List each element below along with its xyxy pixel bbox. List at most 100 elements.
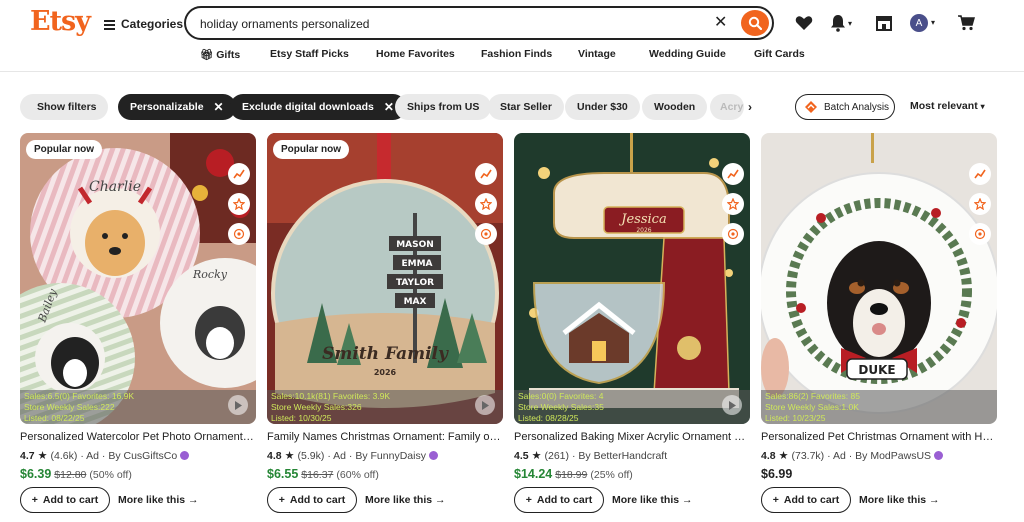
batch-analysis-button[interactable]: Batch Analysis [795,94,895,120]
product-rating: 4.7 ★ (4.6k) · Ad · By CusGiftsCo [20,449,190,462]
chip-personalizable[interactable]: Personalizable ✕ [118,94,236,120]
sort-dropdown[interactable]: Most relevant ▾ [910,100,985,112]
play-video-icon[interactable] [475,395,495,415]
notifications-caret-icon[interactable]: ▾ [848,19,852,28]
product-card[interactable]: Jessica 2026 Sales:0(0) Favorites: 4 Sto… [514,133,750,522]
cart-icon[interactable] [956,13,976,33]
etsy-logo[interactable]: Etsy [30,6,91,37]
rating-value: 4.7 [20,449,35,462]
favorite-star-icon[interactable] [722,193,744,215]
product-title[interactable]: Personalized Watercolor Pet Photo Orname… [20,431,256,443]
image-sign-text: MASON [396,240,434,250]
chip-star-seller[interactable]: Star Seller [488,94,564,120]
search-button[interactable] [741,10,769,36]
add-to-cart-button[interactable]: + Add to cart [267,487,357,513]
target-icon[interactable] [969,223,991,245]
popular-now-badge: Popular now [273,140,349,159]
stats-weekly: Store Weekly Sales:222 [24,402,115,412]
clear-search-icon[interactable]: ✕ [714,13,727,33]
image-name-text: Jessica [618,212,666,227]
more-like-this-link[interactable]: More like this → [118,494,199,506]
analytics-chart-icon[interactable] [969,163,991,185]
product-title[interactable]: Family Names Christmas Ornament: Family … [267,431,503,443]
chip-wooden[interactable]: Wooden [642,94,708,120]
add-to-cart-button[interactable]: + Add to cart [761,487,851,513]
search-input[interactable] [200,14,700,34]
sales-stats-overlay: Sales:6.5(0) Favorites: 16.9K Store Week… [20,390,256,424]
add-to-cart-label: Add to cart [289,494,346,506]
ad-seller[interactable]: · By BetterHandcraft [572,450,667,462]
nav-vintage[interactable]: Vintage [578,48,616,60]
analytics-chart-icon[interactable] [475,163,497,185]
add-to-cart-button[interactable]: + Add to cart [20,487,110,513]
plus-icon: + [525,494,532,506]
remove-filter-icon[interactable]: ✕ [384,100,394,114]
ad-seller[interactable]: · Ad · By ModPawsUS [827,450,931,462]
product-price: $14.24 $18.99 (25% off) [514,467,633,481]
chip-exclude-digital[interactable]: Exclude digital downloads ✕ [230,94,406,120]
product-image[interactable]: DUKE Sales:86(2) Favorites: 85 Store Wee… [761,133,997,424]
favorite-star-icon[interactable] [969,193,991,215]
more-like-this-label: More like this [365,494,433,506]
notifications-bell-icon[interactable] [828,13,848,33]
ad-seller[interactable]: · Ad · By CusGiftsCo [80,450,177,462]
more-like-this-link[interactable]: More like this → [859,494,940,506]
play-video-icon[interactable] [722,395,742,415]
analytics-chart-icon[interactable] [722,163,744,185]
stats-listed: Listed: 10/30/25 [271,413,332,423]
shop-manager-store-icon[interactable] [874,13,894,33]
image-sign-text: MAX [404,297,427,307]
target-icon[interactable] [475,223,497,245]
user-avatar[interactable]: A [910,14,928,32]
nav-staff-picks[interactable]: Etsy Staff Picks [270,48,349,60]
listing-tools [475,163,497,245]
star-seller-icon [180,451,190,460]
chip-acrylic[interactable]: Acrylic [710,94,744,120]
more-like-this-link[interactable]: More like this → [365,494,446,506]
review-count: (5.9k) [297,449,325,462]
product-card[interactable]: Charlie Rocky Bailey Popular now Sales:6… [20,133,256,522]
nav-gifts[interactable]: 🎁︎ Gifts [200,48,240,61]
chip-ships-from-us[interactable]: Ships from US [395,94,492,120]
show-filters-button[interactable]: Show filters [20,94,108,120]
analytics-chart-icon[interactable] [228,163,250,185]
star-icon: ★ [37,450,48,462]
popular-now-badge: Popular now [26,140,102,159]
product-card[interactable]: MASON EMMA TAYLOR MAX Smith Family 2026 … [267,133,503,522]
star-seller-icon [934,451,944,460]
discount: (25% off) [590,469,633,481]
nav-fashion-finds[interactable]: Fashion Finds [481,48,552,60]
add-to-cart-button[interactable]: + Add to cart [514,487,604,513]
favorite-star-icon[interactable] [228,193,250,215]
more-like-this-link[interactable]: More like this → [612,494,693,506]
star-icon: ★ [284,450,295,462]
nav-gift-cards[interactable]: Gift Cards [754,48,805,60]
product-card[interactable]: DUKE Sales:86(2) Favorites: 85 Store Wee… [761,133,997,522]
image-name-text: Rocky [192,268,228,281]
review-count: (73.7k) [791,449,825,462]
product-image[interactable]: Jessica 2026 Sales:0(0) Favorites: 4 Sto… [514,133,750,424]
arrow-right-icon: → [682,494,693,506]
nav-home-favorites[interactable]: Home Favorites [376,48,455,60]
target-icon[interactable] [228,223,250,245]
plus-icon: + [278,494,285,506]
product-title[interactable]: Personalized Baking Mixer Acrylic Orname… [514,431,750,443]
play-video-icon[interactable] [228,395,248,415]
image-name-text: DUKE [858,363,895,377]
account-caret-icon[interactable]: ▾ [931,18,935,27]
ad-seller[interactable]: · Ad · By FunnyDaisy [327,450,426,462]
chip-under-30[interactable]: Under $30 [565,94,640,120]
image-year-text: 2026 [636,227,651,234]
nav-wedding-guide[interactable]: Wedding Guide [649,48,726,60]
pet-ornaments-photo: Charlie Rocky Bailey [20,133,256,424]
favorite-star-icon[interactable] [475,193,497,215]
product-image[interactable]: Charlie Rocky Bailey Popular now Sales:6… [20,133,256,424]
target-icon[interactable] [722,223,744,245]
favorites-heart-icon[interactable] [794,13,814,33]
product-rating: 4.5 ★ (261) · By BetterHandcraft [514,449,667,463]
product-title[interactable]: Personalized Pet Christmas Ornament with… [761,431,997,443]
product-image[interactable]: MASON EMMA TAYLOR MAX Smith Family 2026 … [267,133,503,424]
categories-button[interactable]: Categories [104,14,183,34]
chevron-right-icon[interactable]: › [748,100,752,114]
remove-filter-icon[interactable]: ✕ [214,100,224,114]
